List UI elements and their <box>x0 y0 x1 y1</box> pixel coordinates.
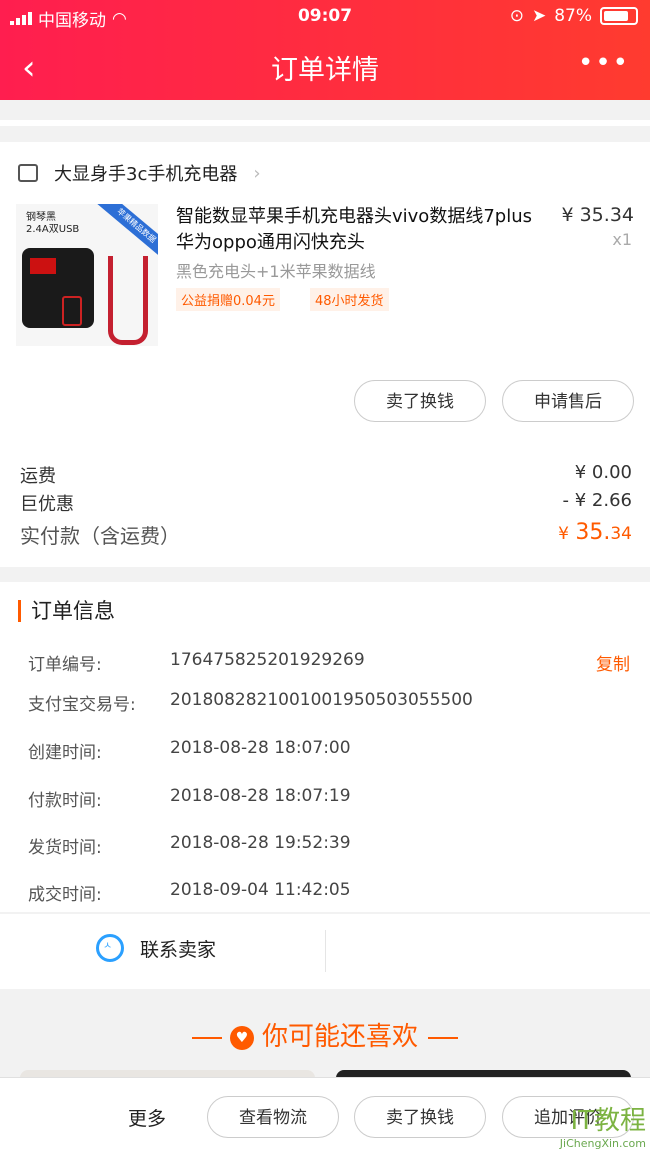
nav-bar: ‹ 订单详情 ••• <box>0 34 650 100</box>
product-sku: 黑色充电头+1米苹果数据线 <box>176 262 376 281</box>
bottom-sell-button[interactable]: 卖了换钱 <box>354 1096 486 1138</box>
recommend-title: 你可能还喜欢 <box>261 1022 418 1052</box>
copy-button[interactable]: 复制 <box>596 650 630 675</box>
shipping-row: 运费 ¥ 0.00 <box>20 462 632 488</box>
created-value: 2018-08-28 18:07:00 <box>170 738 351 758</box>
contact-seller-label: 联系卖家 <box>140 938 217 961</box>
paid-dec: 34 <box>610 524 632 544</box>
shipping-value: ¥ 0.00 <box>574 462 632 483</box>
recommend-header: ♥ 你可能还喜欢 <box>0 1016 650 1053</box>
paid-int: 35. <box>575 520 611 545</box>
more-icon[interactable]: ••• <box>578 48 630 78</box>
rotation-lock-icon: ⊙ <box>509 6 524 26</box>
thumb-line-1: 钢琴黑 <box>26 212 56 223</box>
charger-graphic <box>22 248 94 328</box>
sell-button[interactable]: 卖了换钱 <box>354 380 486 422</box>
product-title[interactable]: 智能数显苹果手机充电器头vivo数据线7plus华为oppo通用闪快充头 <box>176 204 536 256</box>
shipping-tag: 48小时发货 <box>310 288 389 311</box>
more-button[interactable]: 更多 <box>128 1104 166 1131</box>
closed-value: 2018-09-04 11:42:05 <box>170 880 351 900</box>
alipay-label: 支付宝交易号: <box>28 695 136 715</box>
product-qty: x1 <box>612 230 632 249</box>
closed-label: 成交时间: <box>28 885 102 905</box>
location-icon: ➤ <box>531 6 547 26</box>
shop-link[interactable]: 大显身手3c手机充电器 › <box>18 160 261 186</box>
spacer-strip <box>0 120 650 126</box>
thumb-line-2: 2.4A双USB <box>26 224 80 235</box>
order-number-value: 176475825201929269 <box>170 650 365 670</box>
created-label: 创建时间: <box>28 743 102 763</box>
product-card: 大显身手3c手机充电器 › 钢琴黑 2.4A双USB 苹果精品数据 智能数显苹果手… <box>0 142 650 567</box>
paid-value: ¥ 35.34 <box>558 520 632 549</box>
shipped-value: 2018-08-28 19:52:39 <box>170 833 351 853</box>
heart-icon: ♥ <box>229 1025 254 1050</box>
cable-graphic <box>108 256 148 345</box>
right-dash <box>428 1036 458 1039</box>
product-price: ¥ 35.34 <box>561 204 634 226</box>
left-dash <box>191 1036 222 1039</box>
charity-tag: 公益捐赠0.04元 <box>176 288 280 311</box>
contact-seller-button[interactable]: 联系卖家 <box>96 934 216 962</box>
aftersale-button[interactable]: 申请售后 <box>502 380 634 422</box>
discount-row: 巨优惠 - ¥ 2.66 <box>20 490 632 516</box>
watermark-big: IT教程 <box>570 1106 646 1136</box>
paid-time-label: 付款时间: <box>28 791 102 811</box>
paid-time-value: 2018-08-28 18:07:19 <box>170 786 351 806</box>
order-info-section: 订单信息 订单编号: 176475825201929269 复制 支付宝交易号:… <box>0 582 650 912</box>
discount-value: - ¥ 2.66 <box>562 490 632 511</box>
shop-icon <box>18 164 38 182</box>
paid-currency: ¥ <box>558 524 569 544</box>
order-number-label: 订单编号: <box>28 655 102 675</box>
status-bar: 中国移动 ◠ 09:07 ⊙ ➤ 87% <box>0 0 650 34</box>
alipay-value: 2018082821001001950503055500 <box>170 690 473 710</box>
chevron-right-icon: › <box>253 162 261 184</box>
shipping-label: 运费 <box>20 466 56 487</box>
watermark-small: JiChengXin.com <box>559 1137 646 1150</box>
header-bar: 中国移动 ◠ 09:07 ⊙ ➤ 87% ‹ 订单详情 ••• <box>0 0 650 100</box>
contact-section: 联系卖家 <box>0 914 650 989</box>
contact-divider <box>325 930 326 972</box>
discount-label: 巨优惠 <box>20 494 74 515</box>
paid-label: 实付款（含运费） <box>20 524 180 548</box>
shipped-label: 发货时间: <box>28 838 102 858</box>
page-title: 订单详情 <box>271 55 379 86</box>
battery-percent: 87% <box>554 6 592 26</box>
product-image[interactable]: 钢琴黑 2.4A双USB 苹果精品数据 <box>16 204 158 346</box>
battery-icon <box>600 7 638 25</box>
chat-face-icon <box>96 934 124 962</box>
logistics-button[interactable]: 查看物流 <box>207 1096 339 1138</box>
watermark: IT教程 JiChengXin.com <box>560 1100 646 1150</box>
bottom-action-bar: 更多 查看物流 卖了换钱 追加评价 <box>0 1077 650 1156</box>
order-info-title: 订单信息 <box>18 600 115 622</box>
shop-name: 大显身手3c手机充电器 <box>54 164 238 185</box>
paid-row: 实付款（含运费） ¥ 35.34 <box>20 520 632 549</box>
